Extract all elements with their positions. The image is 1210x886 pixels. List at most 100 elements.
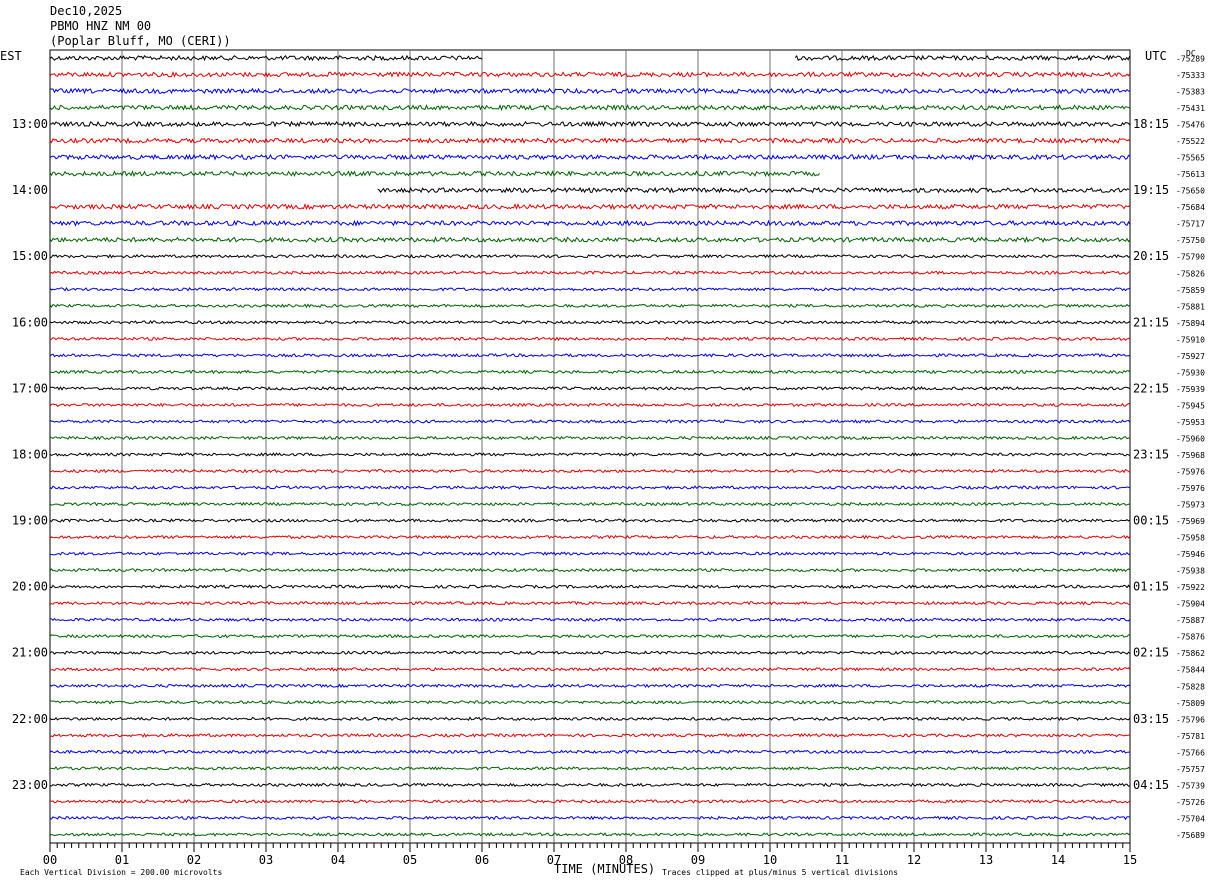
dc-offset-label: -75650 bbox=[1176, 187, 1205, 196]
x-tick-label: 04 bbox=[331, 853, 345, 867]
left-hour-label: 13:00 bbox=[12, 117, 48, 131]
dc-offset-label: -75945 bbox=[1176, 401, 1205, 410]
dc-offset-label: -75689 bbox=[1176, 831, 1205, 840]
dc-offset-label: -75809 bbox=[1176, 699, 1205, 708]
seismic-trace bbox=[49, 518, 1131, 523]
dc-offset-label: -75958 bbox=[1176, 534, 1205, 543]
dc-offset-label: -75859 bbox=[1176, 286, 1205, 295]
seismic-trace bbox=[49, 650, 1131, 655]
x-tick-label: 03 bbox=[259, 853, 273, 867]
x-tick-label: 12 bbox=[907, 853, 921, 867]
est-label: EST bbox=[0, 49, 22, 63]
seismic-trace bbox=[49, 70, 1131, 78]
dc-offset-label: -75766 bbox=[1176, 748, 1205, 757]
dc-offset-label: -75704 bbox=[1176, 814, 1205, 823]
right-hour-label: 18:15 bbox=[1133, 117, 1169, 131]
x-tick-label: 05 bbox=[403, 853, 417, 867]
seismic-trace bbox=[49, 485, 1131, 490]
seismic-trace bbox=[49, 369, 1131, 375]
dc-offset-label: -75876 bbox=[1176, 633, 1205, 642]
plot-frame bbox=[49, 49, 1131, 844]
seismic-trace bbox=[49, 468, 1131, 474]
dc-offset-label: -75790 bbox=[1176, 253, 1205, 262]
seismic-trace bbox=[49, 353, 1131, 358]
seismic-trace bbox=[49, 501, 1131, 507]
right-hour-label: 00:15 bbox=[1133, 514, 1169, 528]
x-tick-label: 02 bbox=[187, 853, 201, 867]
footer-scale-note: Each Vertical Division = 200.00 microvol… bbox=[20, 868, 222, 877]
dc-offset-label: -75333 bbox=[1176, 71, 1205, 80]
dc-offset-label: -75796 bbox=[1176, 715, 1205, 724]
left-hour-label: 23:00 bbox=[12, 778, 48, 792]
x-tick-label: 11 bbox=[835, 853, 849, 867]
dc-offset-label: -75828 bbox=[1176, 682, 1205, 691]
left-hour-label: 19:00 bbox=[12, 514, 48, 528]
utc-label: UTC bbox=[1145, 49, 1167, 63]
dc-offset-label: -75922 bbox=[1176, 583, 1205, 592]
seismic-trace bbox=[49, 534, 1131, 540]
x-tick-label: 13 bbox=[979, 853, 993, 867]
right-hour-label: 04:15 bbox=[1133, 778, 1169, 792]
dc-offset-label: -75939 bbox=[1176, 385, 1205, 394]
dc-offset-label: -75894 bbox=[1176, 319, 1205, 328]
dc-offset-label: -75826 bbox=[1176, 269, 1205, 278]
x-tick-label: 10 bbox=[763, 853, 777, 867]
seismic-trace bbox=[49, 386, 1131, 391]
dc-offset-label: -75930 bbox=[1176, 368, 1205, 377]
dc-label: DC bbox=[1186, 49, 1196, 58]
x-tick-label: 06 bbox=[475, 853, 489, 867]
dc-offset-label: -75969 bbox=[1176, 517, 1205, 526]
seismic-trace bbox=[49, 303, 1131, 309]
dc-offset-label: -75927 bbox=[1176, 352, 1205, 361]
dc-offset-label: -75946 bbox=[1176, 550, 1205, 559]
dc-offset-label: -75844 bbox=[1176, 666, 1205, 675]
dc-offset-label: -75881 bbox=[1176, 302, 1205, 311]
x-axis-title: TIME (MINUTES) bbox=[554, 862, 655, 876]
seismic-trace bbox=[49, 203, 1131, 211]
right-hour-label: 01:15 bbox=[1133, 580, 1169, 594]
x-tick-label: 00 bbox=[43, 853, 57, 867]
dc-offset-label: -75968 bbox=[1176, 451, 1205, 460]
right-hour-label: 03:15 bbox=[1133, 712, 1169, 726]
dc-offset-label: -75973 bbox=[1176, 501, 1205, 510]
footer-clip-note: Traces clipped at plus/minus 5 vertical … bbox=[662, 868, 898, 877]
dc-offset-label: -75476 bbox=[1176, 121, 1205, 130]
right-hour-label: 20:15 bbox=[1133, 249, 1169, 263]
helicorder-plot: -75289-75333-75383-75431-75476-75522-755… bbox=[0, 49, 1205, 877]
dc-offset-label: -75976 bbox=[1176, 468, 1205, 477]
seismic-trace bbox=[49, 683, 1131, 689]
left-hour-label: 16:00 bbox=[12, 315, 48, 329]
dc-offset-label: -75565 bbox=[1176, 154, 1205, 163]
seismic-trace bbox=[49, 319, 1131, 325]
seismic-trace bbox=[49, 435, 1131, 441]
left-hour-label: 20:00 bbox=[12, 580, 48, 594]
right-hour-label: 23:15 bbox=[1133, 447, 1169, 461]
seismic-trace bbox=[49, 137, 1131, 145]
left-hour-label: 18:00 bbox=[12, 447, 48, 461]
seismic-trace bbox=[49, 402, 1131, 408]
left-hour-label: 22:00 bbox=[12, 712, 48, 726]
seismic-trace bbox=[49, 219, 1131, 227]
seismic-trace bbox=[49, 699, 1131, 705]
seismic-trace bbox=[49, 153, 1131, 161]
seismic-trace bbox=[49, 617, 1131, 623]
dc-offset-label: -75904 bbox=[1176, 600, 1205, 609]
seismic-trace bbox=[49, 336, 1131, 342]
seismic-trace bbox=[49, 666, 1131, 672]
dc-offset-label: -75757 bbox=[1176, 765, 1205, 774]
seismic-trace bbox=[49, 104, 1131, 112]
dc-offset-label: -75960 bbox=[1176, 434, 1205, 443]
seismic-trace bbox=[49, 87, 1131, 95]
seismic-trace bbox=[49, 815, 1131, 821]
seismic-trace bbox=[49, 732, 1131, 738]
dc-offset-label: -75726 bbox=[1176, 798, 1205, 807]
dc-offset-label: -75750 bbox=[1176, 236, 1205, 245]
seismic-trace bbox=[49, 799, 1131, 804]
left-hour-label: 14:00 bbox=[12, 183, 48, 197]
dc-offset-label: -75684 bbox=[1176, 203, 1205, 212]
dc-offset-label: -75383 bbox=[1176, 88, 1205, 97]
seismic-trace bbox=[49, 551, 1130, 556]
seismic-trace bbox=[49, 170, 820, 178]
x-tick-label: 15 bbox=[1123, 853, 1137, 867]
seismic-trace bbox=[49, 270, 1131, 275]
